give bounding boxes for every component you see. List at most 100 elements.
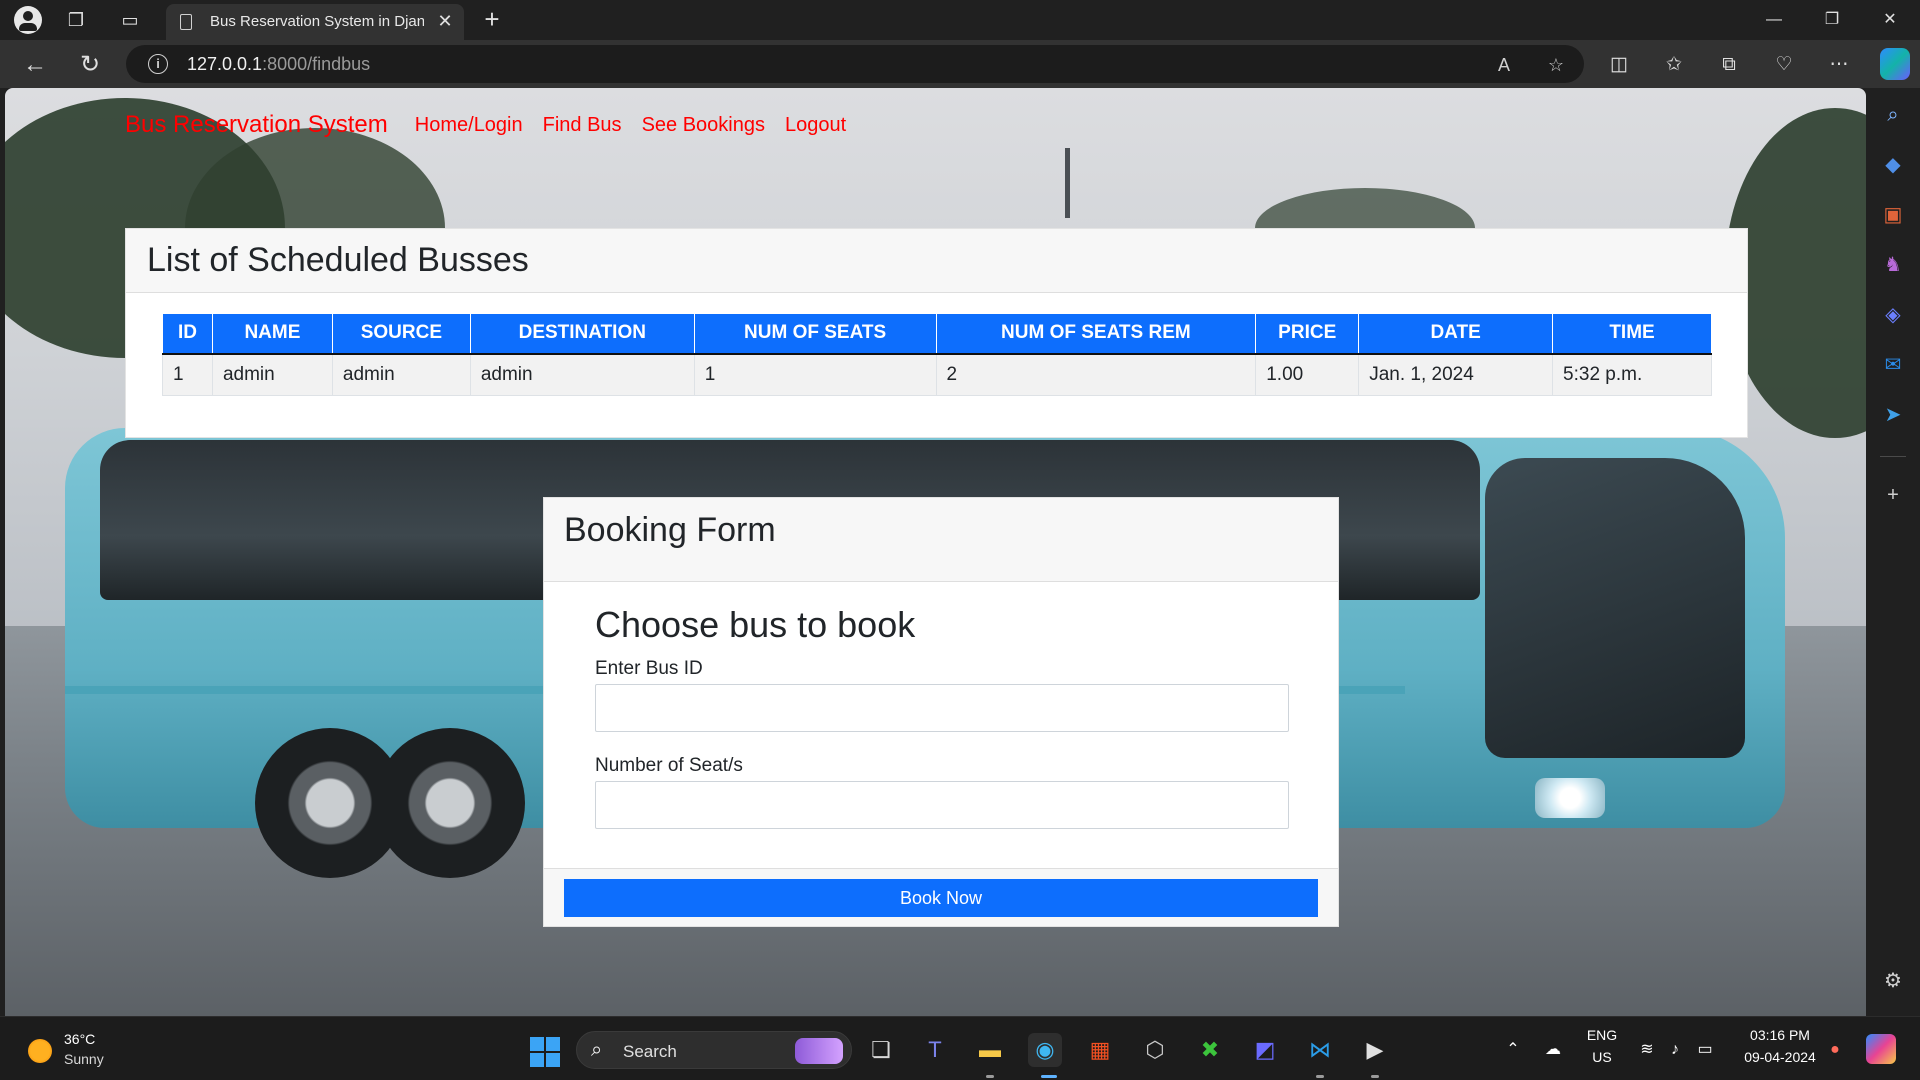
battery-icon[interactable]: ▭ xyxy=(1694,1039,1716,1061)
language-bottom[interactable]: US xyxy=(1580,1049,1624,1065)
bus-table: ID NAME SOURCE DESTINATION NUM OF SEATS … xyxy=(162,313,1712,396)
collections-icon[interactable]: ⧉ xyxy=(1716,52,1742,78)
weather-sun-icon[interactable] xyxy=(28,1039,52,1063)
bus-id-input[interactable] xyxy=(595,684,1289,732)
booking-form-card: Booking Form Choose bus to book Enter Bu… xyxy=(543,497,1339,927)
active-indicator xyxy=(1041,1075,1057,1078)
onedrive-cloud-icon[interactable]: ☁ xyxy=(1542,1039,1564,1061)
page-icon xyxy=(180,14,192,30)
nav-see-bookings[interactable]: See Bookings xyxy=(642,114,765,137)
col-time: TIME xyxy=(1552,313,1712,355)
edge-browser-icon[interactable]: ◉ xyxy=(1028,1033,1062,1067)
refresh-icon[interactable]: ↻ xyxy=(75,50,105,80)
nav-find-bus[interactable]: Find Bus xyxy=(543,114,622,137)
back-arrow-icon[interactable]: ← xyxy=(20,50,50,80)
cell-name: admin xyxy=(211,353,333,396)
file-explorer-icon[interactable]: ▬ xyxy=(973,1033,1007,1067)
clock-time[interactable]: 03:16 PM xyxy=(1734,1027,1826,1043)
workspaces-icon[interactable]: ❐ xyxy=(64,8,88,32)
sidebar-settings-gear-icon[interactable]: ⚙ xyxy=(1878,966,1908,996)
page-viewport: Bus Reservation System Home/Login Find B… xyxy=(5,88,1866,1016)
add-sidebar-app-icon[interactable]: + xyxy=(1878,480,1908,510)
bus-table-header-row: ID NAME SOURCE DESTINATION NUM OF SEATS … xyxy=(162,313,1712,355)
start-windows-icon[interactable] xyxy=(530,1037,560,1067)
browser-toolbar: ← ↻ i 127.0.0.1:8000/findbus A ☆ ◫ ✩ ⧉ ♡… xyxy=(0,40,1920,88)
clock-date[interactable]: 09-04-2024 xyxy=(1734,1049,1826,1065)
url-path: :8000/findbus xyxy=(262,54,371,74)
microsoft-365-icon[interactable]: ◈ xyxy=(1878,300,1908,330)
weather-temperature[interactable]: 36°C xyxy=(64,1031,95,1047)
seats-input[interactable] xyxy=(595,781,1289,829)
book-now-button[interactable]: Book Now xyxy=(564,879,1318,917)
shopping-tag-icon[interactable]: ◆ xyxy=(1878,150,1908,180)
more-menu-icon[interactable]: ⋯ xyxy=(1826,52,1852,78)
games-icon[interactable]: ♞ xyxy=(1878,250,1908,280)
booking-form-header: Booking Form xyxy=(544,498,1338,582)
read-aloud-icon[interactable]: A xyxy=(1492,53,1516,77)
profile-avatar-icon[interactable] xyxy=(14,6,42,34)
drop-send-icon[interactable]: ➤ xyxy=(1878,400,1908,430)
sidebar-search-icon[interactable]: ⌕ xyxy=(1878,100,1908,130)
editor-app-icon[interactable]: ◩ xyxy=(1248,1033,1282,1067)
taskbar-search[interactable]: ⌕ Search xyxy=(576,1031,852,1069)
outlook-icon[interactable]: ✉ xyxy=(1878,350,1908,380)
bus-list-title: List of Scheduled Busses xyxy=(147,241,529,279)
bus-list-card: List of Scheduled Busses ID NAME SOURCE … xyxy=(125,228,1748,438)
browser-titlebar: ❐ ▭ Bus Reservation System in Djang ✕ + … xyxy=(0,0,1920,40)
close-window-icon[interactable]: ✕ xyxy=(1868,6,1912,34)
copilot-icon[interactable] xyxy=(1880,48,1910,80)
table-row: 1 admin admin admin 1 2 1.00 Jan. 1, 202… xyxy=(162,353,1712,396)
weather-description[interactable]: Sunny xyxy=(64,1051,104,1067)
form-heading: Choose bus to book xyxy=(595,604,916,645)
url-text[interactable]: 127.0.0.1:8000/findbus xyxy=(187,54,370,75)
wifi-icon[interactable]: ≋ xyxy=(1636,1039,1658,1061)
xbox-icon[interactable]: ✖ xyxy=(1193,1033,1227,1067)
show-hidden-icons-chevron-icon[interactable]: ⌃ xyxy=(1502,1039,1524,1061)
col-id: ID xyxy=(162,313,213,355)
teams-icon[interactable]: T xyxy=(918,1033,952,1067)
restore-icon[interactable]: ❐ xyxy=(1810,6,1854,34)
split-screen-icon[interactable]: ◫ xyxy=(1606,52,1632,78)
app-navbar: Bus Reservation System Home/Login Find B… xyxy=(125,110,866,140)
form-footer: Book Now xyxy=(544,868,1338,926)
brand-link[interactable]: Bus Reservation System xyxy=(125,111,388,139)
vertical-tabs-icon[interactable]: ▭ xyxy=(118,8,142,32)
minimize-icon[interactable]: — xyxy=(1752,6,1796,34)
windows-taskbar: 36°C Sunny ⌕ Search ❏ T ▬ ◉ ▦ ⬡ ✖ ◩ ⋈ ▶ … xyxy=(0,1016,1920,1080)
microsoft-store-icon[interactable]: ▦ xyxy=(1083,1033,1117,1067)
language-top[interactable]: ENG xyxy=(1580,1027,1624,1043)
browser-tab-active[interactable]: Bus Reservation System in Djang ✕ xyxy=(166,4,464,40)
task-view-icon[interactable]: ❏ xyxy=(864,1033,898,1067)
search-highlight-icon xyxy=(795,1038,843,1064)
vscode-icon[interactable]: ⋈ xyxy=(1303,1033,1337,1067)
favorite-star-icon[interactable]: ☆ xyxy=(1544,53,1568,77)
cell-price: 1.00 xyxy=(1255,353,1360,396)
new-tab-plus-icon[interactable]: + xyxy=(478,6,506,34)
close-tab-icon[interactable]: ✕ xyxy=(434,10,456,32)
col-name: NAME xyxy=(211,313,333,355)
copilot-taskbar-icon[interactable] xyxy=(1866,1034,1896,1064)
running-indicator xyxy=(1371,1075,1379,1078)
nav-home-login[interactable]: Home/Login xyxy=(415,114,523,137)
volume-icon[interactable]: ♪ xyxy=(1664,1039,1686,1061)
booking-form-title: Booking Form xyxy=(564,511,776,549)
site-info-icon[interactable]: i xyxy=(148,54,168,74)
notification-bell-icon[interactable]: ● xyxy=(1824,1039,1846,1061)
col-price: PRICE xyxy=(1255,313,1360,355)
cell-num-seats-rem: 2 xyxy=(935,353,1257,396)
nav-logout[interactable]: Logout xyxy=(785,114,846,137)
address-bar[interactable]: i 127.0.0.1:8000/findbus A ☆ xyxy=(126,45,1584,83)
bus-id-label: Enter Bus ID xyxy=(595,658,703,679)
app-hexagon-icon[interactable]: ⬡ xyxy=(1138,1033,1172,1067)
tools-briefcase-icon[interactable]: ▣ xyxy=(1878,200,1908,230)
col-num-seats-rem: NUM OF SEATS REM xyxy=(935,313,1257,355)
browser-essentials-icon[interactable]: ♡ xyxy=(1771,52,1797,78)
cell-id: 1 xyxy=(162,353,213,396)
terminal-icon[interactable]: ▶ xyxy=(1358,1033,1392,1067)
cell-num-seats: 1 xyxy=(693,353,937,396)
browser-sidebar: ⌕ ◆ ▣ ♞ ◈ ✉ ➤ + ⚙ xyxy=(1866,88,1920,1016)
col-num-seats: NUM OF SEATS xyxy=(693,313,937,355)
favorites-icon[interactable]: ✩ xyxy=(1661,52,1687,78)
cell-source: admin xyxy=(331,353,471,396)
search-label: Search xyxy=(623,1042,677,1061)
